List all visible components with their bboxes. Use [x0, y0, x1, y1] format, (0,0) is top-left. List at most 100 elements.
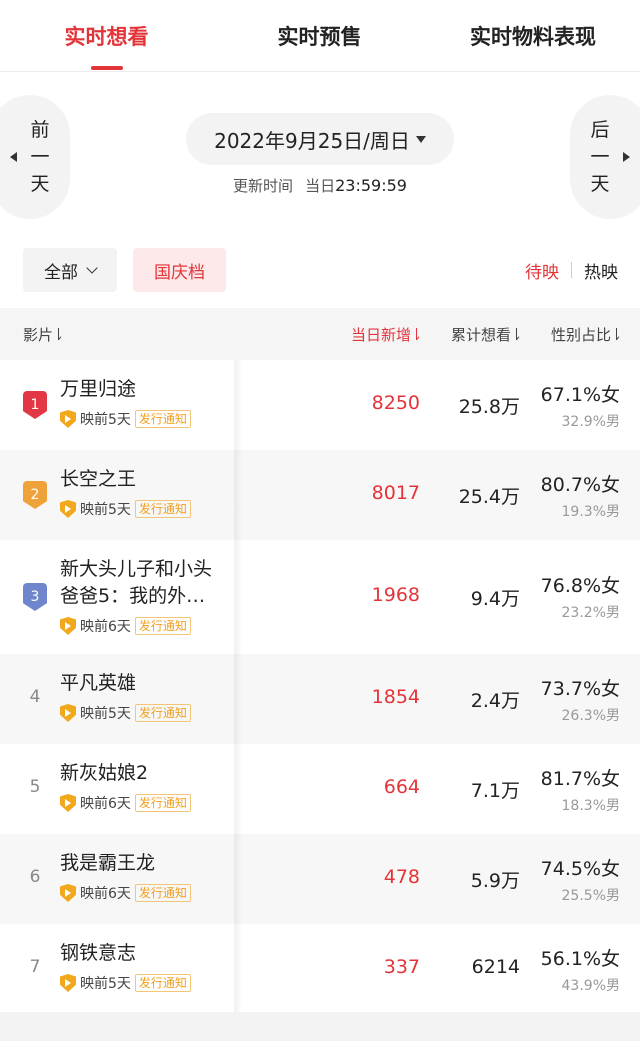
date-picker[interactable]: 2022年9月25日/周日: [186, 113, 454, 165]
today-new-value: 1968: [371, 584, 420, 606]
release-notice-tag[interactable]: 发行通知: [134, 500, 191, 518]
shield-play-icon: [60, 500, 76, 518]
arrow-right-icon: [623, 152, 630, 162]
release-notice-tag[interactable]: 发行通知: [134, 794, 191, 812]
film-title: 平凡英雄: [60, 672, 137, 694]
days-before-release: 映前5天: [80, 502, 131, 518]
release-notice-tag[interactable]: 发行通知: [134, 974, 191, 992]
film-title: 新灰姑娘2: [60, 762, 149, 784]
category-dropdown[interactable]: 全部: [23, 248, 117, 292]
today-new-value: 8250: [371, 392, 420, 414]
holiday-filter-chip[interactable]: 国庆档: [133, 248, 226, 292]
tab-realtime-material[interactable]: 实时物料表现: [426, 0, 640, 72]
prev-day-button[interactable]: 前一天: [0, 95, 70, 219]
release-notice-tag[interactable]: 发行通知: [134, 884, 191, 902]
film-title: 我是霸王龙: [60, 852, 156, 874]
film-meta: 映前5天 发行通知: [60, 499, 191, 519]
header-today-label: 当日新增: [350, 325, 411, 344]
header-gender[interactable]: 性别占比: [551, 308, 620, 360]
days-before-release: 映前6天: [80, 619, 131, 635]
header-total[interactable]: 累计想看: [451, 308, 520, 360]
chevron-down-icon: [86, 261, 98, 274]
table-row[interactable]: 1 万里归途 映前5天 发行通知 8250 25.8万 67.1%女 32.9%…: [0, 360, 640, 450]
film-meta: 映前5天 发行通知: [60, 703, 191, 723]
bottom-spacer: [0, 1012, 640, 1041]
table-row[interactable]: 2 长空之王 映前5天 发行通知 8017 25.4万 80.7%女 19.3%…: [0, 450, 640, 540]
update-label: 更新时间: [233, 177, 294, 195]
filter-row: 全部 国庆档 待映 热映: [0, 248, 640, 294]
top-tab-bar: 实时想看 实时预售 实时物料表现: [0, 0, 640, 72]
female-ratio: 74.5%女: [540, 858, 620, 880]
male-ratio: 26.3%男: [561, 708, 620, 724]
shield-play-icon: [60, 884, 76, 902]
release-notice-tag[interactable]: 发行通知: [134, 704, 191, 722]
table-row[interactable]: 7 钢铁意志 映前5天 发行通知 337 6214 56.1%女 43.9%男: [0, 924, 640, 1014]
rank-number: 4: [29, 687, 41, 707]
shield-play-icon: [60, 974, 76, 992]
shield-play-icon: [60, 617, 76, 635]
male-ratio: 19.3%男: [561, 504, 620, 520]
film-title: 万里归途: [60, 378, 137, 400]
header-film-label: 影片: [23, 325, 54, 344]
film-title: 新大头儿子和小头爸爸5：我的外…: [60, 558, 213, 607]
status-upcoming[interactable]: 待映: [525, 258, 559, 283]
rank-number: 6: [29, 867, 41, 887]
update-time-line: 更新时间 当日23:59:59: [0, 175, 640, 196]
film-title: 长空之王: [60, 468, 137, 490]
days-before-release: 映前6天: [80, 796, 131, 812]
next-day-button[interactable]: 后一天: [570, 95, 640, 219]
male-ratio: 43.9%男: [561, 978, 620, 994]
rank-badge: 3: [23, 583, 47, 611]
release-notice-tag[interactable]: 发行通知: [134, 410, 191, 428]
status-showing[interactable]: 热映: [584, 258, 618, 283]
sort-icon: [614, 328, 620, 340]
table-row[interactable]: 3 新大头儿子和小头爸爸5：我的外… 映前6天 发行通知 1968 9.4万 7…: [0, 540, 640, 654]
today-new-value: 478: [383, 866, 420, 888]
film-title: 钢铁意志: [60, 942, 137, 964]
today-new-value: 337: [383, 956, 420, 978]
table-row[interactable]: 4 平凡英雄 映前5天 发行通知 1854 2.4万 73.7%女 26.3%男: [0, 654, 640, 744]
table-header: 影片 当日新增 累计想看 性别占比: [0, 308, 640, 360]
update-time: 23:59:59: [335, 176, 407, 195]
rank-number: 7: [29, 957, 41, 977]
female-ratio: 80.7%女: [540, 474, 620, 496]
rank-badge: 2: [23, 481, 47, 509]
film-meta: 映前5天 发行通知: [60, 409, 191, 429]
female-ratio: 67.1%女: [540, 384, 620, 406]
days-before-release: 映前6天: [80, 886, 131, 902]
days-before-release: 映前5天: [80, 412, 131, 428]
total-want-value: 5.9万: [470, 870, 520, 892]
rank-number: 5: [29, 777, 41, 797]
tab-realtime-presale[interactable]: 实时预售: [213, 0, 426, 72]
male-ratio: 32.9%男: [561, 414, 620, 430]
ranking-table: 影片 当日新增 累计想看 性别占比 1 万里归途 映前5天 发行通知 8250 …: [0, 308, 640, 1014]
days-before-release: 映前5天: [80, 706, 131, 722]
table-body: 1 万里归途 映前5天 发行通知 8250 25.8万 67.1%女 32.9%…: [0, 360, 640, 1014]
caret-down-icon: [415, 135, 426, 143]
arrow-left-icon: [10, 152, 17, 162]
release-notice-tag[interactable]: 发行通知: [134, 617, 191, 635]
film-meta: 映前6天 发行通知: [60, 793, 191, 813]
shield-play-icon: [60, 794, 76, 812]
table-row[interactable]: 6 我是霸王龙 映前6天 发行通知 478 5.9万 74.5%女 25.5%男: [0, 834, 640, 924]
female-ratio: 76.8%女: [540, 575, 620, 597]
days-before-release: 映前5天: [80, 976, 131, 992]
total-want-value: 2.4万: [470, 690, 520, 712]
film-meta: 映前5天 发行通知: [60, 973, 191, 993]
header-film[interactable]: 影片: [23, 308, 62, 360]
table-row[interactable]: 5 新灰姑娘2 映前6天 发行通知 664 7.1万 81.7%女 18.3%男: [0, 744, 640, 834]
tab-realtime-want[interactable]: 实时想看: [0, 0, 213, 72]
date-navigation: 前一天 2022年9月25日/周日 更新时间 当日23:59:59 后一天: [0, 73, 640, 233]
total-want-value: 9.4万: [470, 588, 520, 610]
header-gender-label: 性别占比: [550, 325, 611, 344]
male-ratio: 23.2%男: [561, 605, 620, 621]
shield-play-icon: [60, 410, 76, 428]
female-ratio: 73.7%女: [540, 678, 620, 700]
sort-icon: [414, 328, 420, 340]
film-meta: 映前6天 发行通知: [60, 883, 191, 903]
header-today[interactable]: 当日新增: [351, 308, 420, 360]
female-ratio: 56.1%女: [540, 948, 620, 970]
today-new-value: 1854: [371, 686, 420, 708]
status-switch: 待映 热映: [525, 248, 618, 292]
status-divider: [571, 262, 572, 278]
